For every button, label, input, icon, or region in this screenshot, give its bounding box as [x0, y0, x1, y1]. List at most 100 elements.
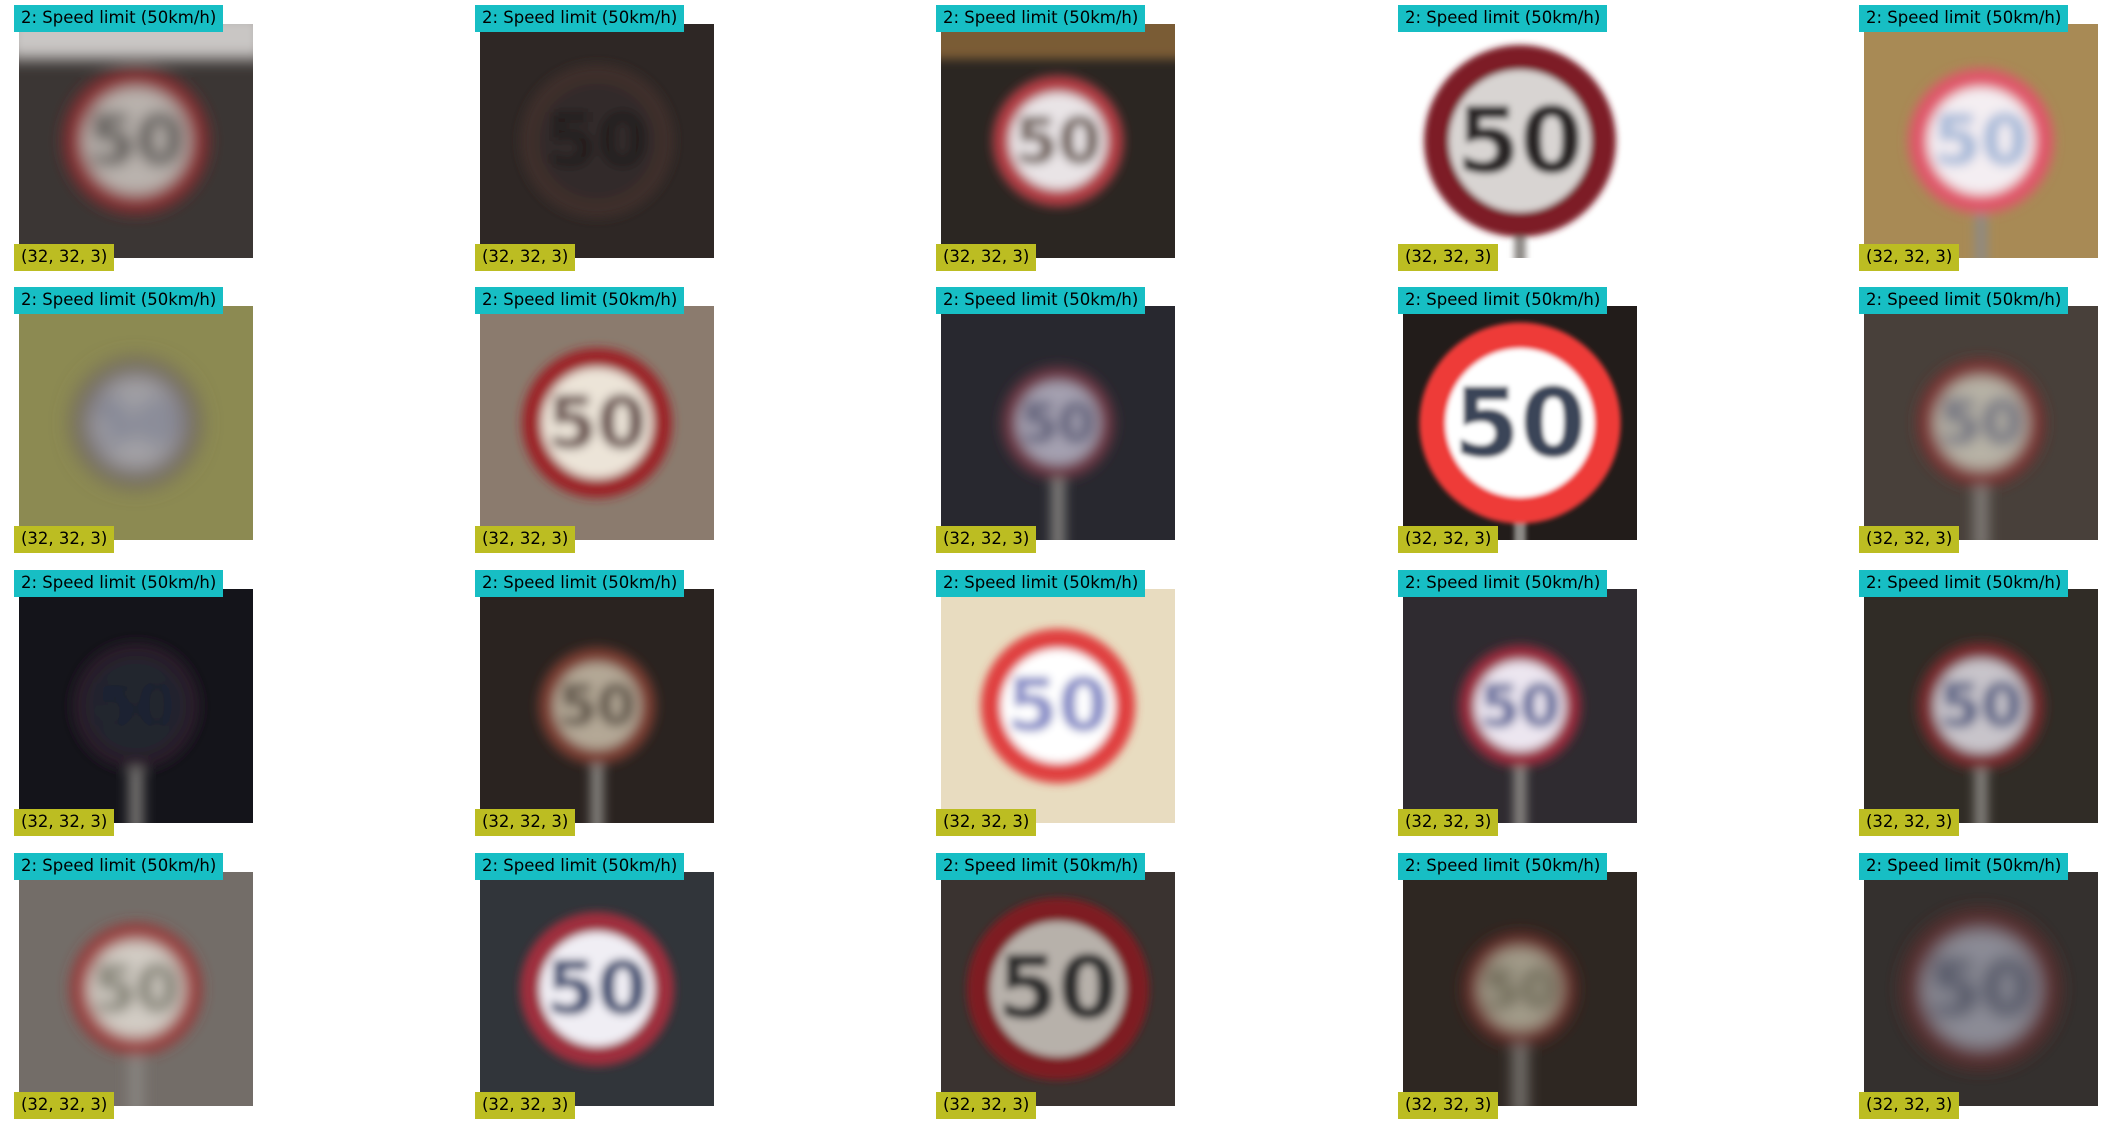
- image-panel: 50 2: Speed limit (50km/h) (32, 32, 3): [14, 287, 253, 582]
- class-label: 2: Speed limit (50km/h): [936, 287, 1146, 314]
- speed-limit-sign-image: 50: [480, 24, 714, 258]
- image-panel: 50 2: Speed limit (50km/h) (32, 32, 3): [936, 570, 1175, 865]
- sign-thumbnail: 50: [480, 24, 714, 258]
- sign-digits: 50: [546, 98, 648, 183]
- class-label: 2: Speed limit (50km/h): [1859, 5, 2069, 32]
- shape-label: (32, 32, 3): [1398, 809, 1499, 836]
- speed-limit-sign-image: 50: [941, 872, 1175, 1106]
- shape-label: (32, 32, 3): [1398, 1092, 1499, 1119]
- sign-thumbnail: 50: [941, 306, 1175, 540]
- image-panel: 50 2: Speed limit (50km/h) (32, 32, 3): [1398, 853, 1637, 1148]
- sign-digits: 50: [1453, 367, 1586, 479]
- image-panel: 50 2: Speed limit (50km/h) (32, 32, 3): [475, 287, 714, 582]
- class-label: 2: Speed limit (50km/h): [475, 570, 685, 597]
- shape-label: (32, 32, 3): [14, 526, 115, 553]
- class-label: 2: Speed limit (50km/h): [475, 5, 685, 32]
- speed-limit-sign-image: 50: [480, 306, 714, 540]
- sign-thumbnail: 50: [19, 306, 253, 540]
- sign-digits: 50: [546, 947, 648, 1032]
- speed-limit-sign-image: 50: [1403, 24, 1637, 258]
- image-panel: 50 2: Speed limit (50km/h) (32, 32, 3): [1859, 287, 2098, 582]
- class-label: 2: Speed limit (50km/h): [1859, 287, 2069, 314]
- speed-limit-sign-image: 50: [19, 872, 253, 1106]
- sign-thumbnail: 50: [1864, 24, 2098, 258]
- image-panel: 50 2: Speed limit (50km/h) (32, 32, 3): [1398, 570, 1637, 865]
- sign-thumbnail: 50: [1864, 306, 2098, 540]
- image-panel: 50 2: Speed limit (50km/h) (32, 32, 3): [1398, 287, 1637, 582]
- image-panel: 50 2: Speed limit (50km/h) (32, 32, 3): [1398, 5, 1637, 300]
- class-label: 2: Speed limit (50km/h): [1398, 287, 1608, 314]
- speed-limit-sign-image: 50: [941, 306, 1175, 540]
- sign-digits: 50: [1928, 945, 2033, 1033]
- speed-limit-sign-image: 50: [941, 589, 1175, 823]
- class-label: 2: Speed limit (50km/h): [1859, 570, 2069, 597]
- sign-digits: 50: [1483, 958, 1557, 1021]
- speed-limit-sign-image: 50: [1864, 872, 2098, 1106]
- sign-thumbnail: 50: [1864, 872, 2098, 1106]
- sign-digits: 50: [558, 674, 635, 739]
- speed-limit-sign-image: 50: [19, 306, 253, 540]
- class-label: 2: Speed limit (50km/h): [1398, 570, 1608, 597]
- image-panel: 50 2: Speed limit (50km/h) (32, 32, 3): [475, 853, 714, 1148]
- sign-digits: 50: [93, 953, 180, 1026]
- sign-thumbnail: 50: [1403, 589, 1637, 823]
- shape-label: (32, 32, 3): [14, 244, 115, 271]
- class-label: 2: Speed limit (50km/h): [475, 853, 685, 880]
- image-panel: 50 2: Speed limit (50km/h) (32, 32, 3): [475, 570, 714, 865]
- speed-limit-sign-image: 50: [480, 589, 714, 823]
- shape-label: (32, 32, 3): [936, 244, 1037, 271]
- sign-thumbnail: 50: [19, 872, 253, 1106]
- sign-thumbnail: 50: [480, 589, 714, 823]
- speed-limit-sign-image: 50: [1403, 589, 1637, 823]
- class-label: 2: Speed limit (50km/h): [14, 570, 224, 597]
- shape-label: (32, 32, 3): [1859, 1092, 1960, 1119]
- speed-limit-sign-image: 50: [941, 24, 1175, 258]
- shape-label: (32, 32, 3): [475, 526, 576, 553]
- shape-label: (32, 32, 3): [936, 1092, 1037, 1119]
- sign-digits: 50: [1933, 101, 2029, 181]
- image-panel: 50 2: Speed limit (50km/h) (32, 32, 3): [936, 5, 1175, 300]
- image-panel: 50 2: Speed limit (50km/h) (32, 32, 3): [14, 853, 253, 1148]
- shape-label: (32, 32, 3): [14, 1092, 115, 1119]
- speed-limit-sign-image: 50: [1864, 589, 2098, 823]
- class-label: 2: Speed limit (50km/h): [1859, 853, 2069, 880]
- shape-label: (32, 32, 3): [1859, 244, 1960, 271]
- shape-label: (32, 32, 3): [1398, 526, 1499, 553]
- speed-limit-sign-image: 50: [1403, 872, 1637, 1106]
- shape-label: (32, 32, 3): [1859, 809, 1960, 836]
- sign-digits: 50: [94, 388, 178, 458]
- sign-digits: 50: [548, 382, 647, 465]
- sign-digits: 50: [94, 671, 178, 741]
- class-label: 2: Speed limit (50km/h): [14, 5, 224, 32]
- class-label: 2: Speed limit (50km/h): [14, 853, 224, 880]
- speed-limit-sign-image: 50: [1864, 24, 2098, 258]
- sign-digits: 50: [1015, 104, 1102, 177]
- sign-thumbnail: 50: [941, 872, 1175, 1106]
- shape-label: (32, 32, 3): [1398, 244, 1499, 271]
- sign-digits: 50: [1007, 664, 1109, 749]
- image-panel: 50 2: Speed limit (50km/h) (32, 32, 3): [1859, 570, 2098, 865]
- shape-label: (32, 32, 3): [475, 1092, 576, 1119]
- sign-digits: 50: [88, 101, 184, 181]
- class-label: 2: Speed limit (50km/h): [936, 570, 1146, 597]
- class-label: 2: Speed limit (50km/h): [1398, 853, 1608, 880]
- sign-thumbnail: 50: [19, 24, 253, 258]
- sign-thumbnail: 50: [941, 24, 1175, 258]
- class-label: 2: Speed limit (50km/h): [14, 287, 224, 314]
- speed-limit-sign-image: 50: [1403, 306, 1637, 540]
- shape-label: (32, 32, 3): [475, 809, 576, 836]
- sign-digits: 50: [1939, 388, 2023, 458]
- sign-thumbnail: 50: [480, 306, 714, 540]
- image-panel: 50 2: Speed limit (50km/h) (32, 32, 3): [14, 570, 253, 865]
- image-panel: 50 2: Speed limit (50km/h) (32, 32, 3): [936, 287, 1175, 582]
- sign-thumbnail: 50: [480, 872, 714, 1106]
- shape-label: (32, 32, 3): [936, 809, 1037, 836]
- shape-label: (32, 32, 3): [936, 526, 1037, 553]
- sign-thumbnail: 50: [941, 589, 1175, 823]
- speed-limit-sign-image: 50: [1864, 306, 2098, 540]
- image-panel: 50 2: Speed limit (50km/h) (32, 32, 3): [1859, 853, 2098, 1148]
- image-panel: 50 2: Speed limit (50km/h) (32, 32, 3): [936, 853, 1175, 1148]
- sign-thumbnail: 50: [1403, 24, 1637, 258]
- image-panel: 50 2: Speed limit (50km/h) (32, 32, 3): [14, 5, 253, 300]
- sign-digits: 50: [1021, 392, 1095, 455]
